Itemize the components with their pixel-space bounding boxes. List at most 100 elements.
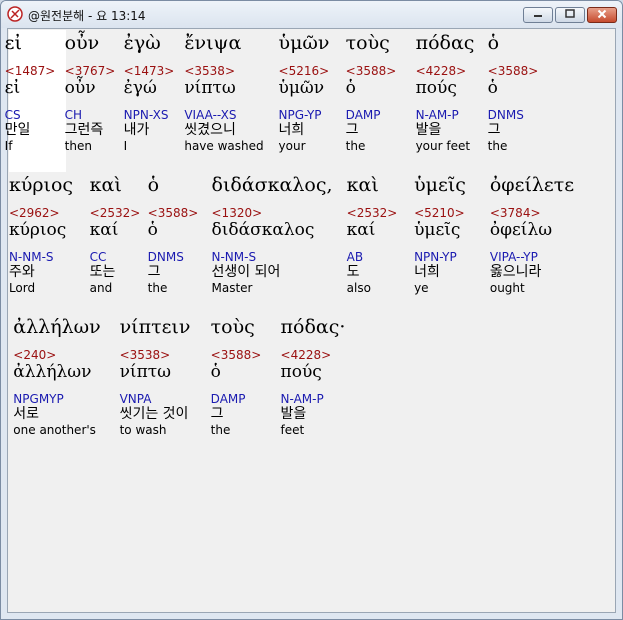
maximize-button[interactable] xyxy=(555,7,585,23)
word-block[interactable]: ὑμῶν <5216> ὑμῶν NPG-YP 너희 your xyxy=(279,33,330,153)
word-block[interactable]: ὁ <3588> ὁ DNMS 그 the xyxy=(148,175,199,295)
strong-number: <2532> xyxy=(89,206,141,220)
greek-word: καὶ xyxy=(89,174,122,196)
strong-number: <1487> xyxy=(4,64,56,78)
english-gloss: the xyxy=(345,139,366,153)
korean-gloss: 씻겼으니 xyxy=(184,122,236,138)
minimize-icon xyxy=(534,15,542,17)
title-bar[interactable]: @원전분해 - 요 13:14 xyxy=(1,1,622,28)
lemma: ὁ xyxy=(487,78,498,98)
korean-gloss: 옳으니라 xyxy=(489,264,542,280)
korean-gloss: 서로 xyxy=(13,406,40,422)
lemma: καί xyxy=(346,220,376,240)
word-block[interactable]: διδάσκαλος, <1320> διδάσκαλος N-NM-S 선생이… xyxy=(212,175,333,295)
parsing-code: VNPA xyxy=(119,392,152,406)
parsing-code: NPN-XS xyxy=(123,108,169,122)
word-block[interactable]: καὶ <2532> καί CC 또는 and xyxy=(90,175,141,295)
word-block[interactable]: νίπτειν <3538> νίπτω VNPA 씻기는 것이 to wash xyxy=(120,317,191,437)
word-block[interactable]: τοὺς <3588> ὁ DAMP 그 the xyxy=(211,317,262,437)
korean-gloss: 발을 xyxy=(415,122,442,138)
greek-word: ἐγὼ xyxy=(123,32,161,54)
parsing-code: DNMS xyxy=(487,108,524,122)
lemma: ὀφείλω xyxy=(489,220,553,240)
lemma: κύριος xyxy=(8,220,67,240)
word-block[interactable]: εἰ <1487> εἰ CS 만일 If xyxy=(5,33,56,153)
english-gloss: I xyxy=(123,139,128,153)
english-gloss: ye xyxy=(414,281,429,295)
lemma: ὁ xyxy=(147,220,158,240)
strong-number: <5216> xyxy=(278,64,330,78)
strong-number: <3588> xyxy=(345,64,397,78)
window-title: @원전분해 - 요 13:14 xyxy=(28,9,146,23)
greek-word: ὁ xyxy=(147,174,160,196)
english-gloss: the xyxy=(210,423,231,437)
korean-gloss: 그 xyxy=(147,264,161,280)
parsing-code: N-NM-S xyxy=(211,250,257,264)
lemma: εἰ xyxy=(4,78,21,98)
minimize-button[interactable] xyxy=(523,7,553,23)
strong-number: <240> xyxy=(13,348,57,362)
parsing-code: VIPA--YP xyxy=(489,250,538,264)
strong-number: <4228> xyxy=(280,348,332,362)
english-gloss: to wash xyxy=(119,423,167,437)
parsing-code: DAMP xyxy=(345,108,381,122)
lemma: ὑμῶν xyxy=(278,78,325,98)
parsing-code: N-NM-S xyxy=(8,250,54,264)
word-block[interactable]: ἔνιψα <3538> νίπτω VIAA--XS 씻겼으니 have wa… xyxy=(184,33,263,153)
parsing-code: VIAA--XS xyxy=(184,108,237,122)
parsing-code: CS xyxy=(4,108,21,122)
greek-word: διδάσκαλος, xyxy=(211,174,333,196)
word-block[interactable]: πόδας <4228> πούς N-AM-P 발을 your feet xyxy=(416,33,475,153)
word-block[interactable]: ὁ <3588> ὁ DNMS 그 the xyxy=(488,33,539,153)
word-block[interactable]: τοὺς <3588> ὁ DAMP 그 the xyxy=(346,33,397,153)
greek-word: ἔνιψα xyxy=(184,32,242,54)
lemma: ὁ xyxy=(345,78,356,98)
korean-gloss: 내가 xyxy=(123,122,150,138)
word-block[interactable]: καὶ <2532> καί AB 도 also xyxy=(347,175,398,295)
word-block[interactable]: ὀφείλετε <3784> ὀφείλω VIPA--YP 옳으니라 oug… xyxy=(490,175,574,295)
korean-gloss: 그 xyxy=(345,122,359,138)
lemma: οὖν xyxy=(64,78,96,98)
korean-gloss: 너희 xyxy=(278,122,305,138)
greek-word: ὀφείλετε xyxy=(489,174,575,196)
strong-number: <4228> xyxy=(415,64,467,78)
word-block[interactable]: ἐγὼ <1473> ἐγώ NPN-XS 내가 I xyxy=(124,33,175,153)
korean-gloss: 만일 xyxy=(4,122,31,138)
korean-gloss: 또는 xyxy=(89,264,116,280)
word-block[interactable]: κύριος <2962> κύριος N-NM-S 주와 Lord xyxy=(9,175,73,295)
strong-number: <3538> xyxy=(184,64,236,78)
word-block[interactable]: ἀλλήλων <240> ἀλλήλων NPGMYP 서로 one anot… xyxy=(13,317,100,437)
english-gloss: feet xyxy=(280,423,305,437)
word-block[interactable]: οὖν <3767> οὖν CH 그런즉 then xyxy=(65,33,116,153)
parsing-code: N-AM-P xyxy=(280,392,324,406)
word-block[interactable]: ὑμεῖς <5210> ὑμεῖς NPN-YP 너희 ye xyxy=(414,175,466,295)
parsing-code: CH xyxy=(64,108,83,122)
greek-word: πόδας xyxy=(415,32,475,54)
english-gloss: ought xyxy=(489,281,525,295)
greek-word: πόδας· xyxy=(280,316,346,338)
close-button[interactable] xyxy=(587,7,617,23)
lemma: πούς xyxy=(415,78,457,98)
korean-gloss: 발을 xyxy=(280,406,307,422)
korean-gloss: 그런즉 xyxy=(64,122,104,138)
parsing-code: CC xyxy=(89,250,107,264)
analysis-panel: εἰ <1487> εἰ CS 만일 If οὖν <3767> οὖν CH … xyxy=(5,28,616,613)
korean-gloss: 그 xyxy=(210,406,224,422)
parsing-code: AB xyxy=(346,250,364,264)
strong-number: <2962> xyxy=(8,206,60,220)
english-gloss: Master xyxy=(211,281,253,295)
app-icon xyxy=(7,6,23,22)
english-gloss: If xyxy=(4,139,13,153)
lemma: πούς xyxy=(280,362,322,382)
english-gloss: and xyxy=(89,281,113,295)
parsing-code: DNMS xyxy=(147,250,184,264)
greek-word: καὶ xyxy=(346,174,379,196)
lemma: ἀλλήλων xyxy=(13,362,92,382)
parsing-code: NPG-YP xyxy=(278,108,322,122)
parsing-code: DAMP xyxy=(210,392,246,406)
strong-number: <3588> xyxy=(210,348,262,362)
korean-gloss: 씻기는 것이 xyxy=(119,406,189,422)
greek-word: ὑμεῖς xyxy=(414,174,466,196)
main-window: @원전분해 - 요 13:14 εἰ <1487> εἰ CS 만일 If οὖ… xyxy=(0,0,623,620)
word-block[interactable]: πόδας· <4228> πούς N-AM-P 발을 feet xyxy=(281,317,346,437)
